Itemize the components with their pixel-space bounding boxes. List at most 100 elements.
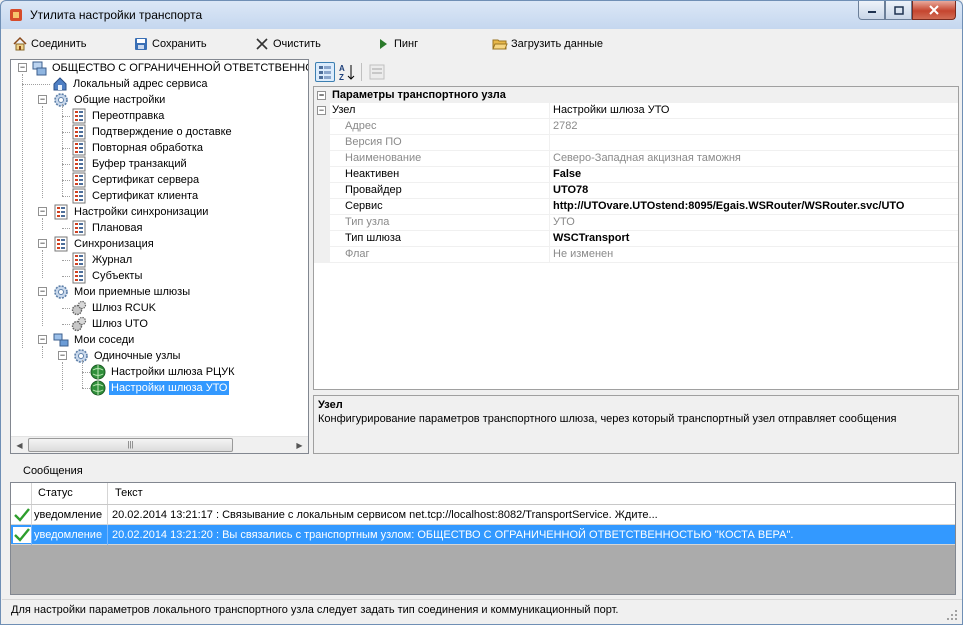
list-properties-icon	[54, 236, 68, 252]
window-title: Утилита настройки транспорта	[30, 8, 203, 22]
property-row[interactable]: Тип узла УТО	[314, 215, 958, 231]
tree-item-my-neighbors[interactable]: − Мои соседи	[35, 332, 136, 348]
scroll-left-arrow-icon[interactable]: ◀	[11, 437, 28, 454]
network-computer-icon	[32, 61, 47, 76]
minimize-button[interactable]	[858, 1, 885, 20]
list-properties-icon	[72, 220, 86, 236]
property-name: Тип узла	[345, 216, 390, 228]
property-row[interactable]: Наименование Северо-Западная акцизная та…	[314, 151, 958, 167]
tree-horizontal-scrollbar[interactable]: ◀ ||| ▶	[11, 436, 308, 453]
list-properties-icon	[72, 268, 86, 284]
tree-item-transaction-buffer[interactable]: Буфер транзакций	[71, 156, 189, 172]
categorized-view-button[interactable]	[315, 62, 335, 82]
checkmark-icon	[14, 508, 30, 522]
category-transport-node-params[interactable]: − Параметры транспортного узла	[314, 87, 958, 103]
list-properties-icon	[72, 124, 86, 140]
property-name: Версия ПО	[345, 136, 402, 148]
ping-button[interactable]: Пинг	[375, 36, 418, 52]
globe-icon	[90, 364, 106, 380]
property-value-node: Настройки шлюза УТО	[553, 104, 670, 116]
gears-icon	[71, 300, 87, 316]
collapse-toggle[interactable]: −	[38, 287, 47, 296]
tree-item-delivery-confirmation[interactable]: Подтверждение о доставке	[71, 124, 234, 140]
clear-button[interactable]: Очистить	[254, 36, 321, 52]
clear-x-icon	[256, 38, 268, 50]
scroll-thumb[interactable]: |||	[28, 438, 233, 452]
settings-tree[interactable]: − ОБЩЕСТВО С ОГРАНИЧЕННОЙ ОТВЕТСТВЕННО Л…	[10, 59, 309, 454]
collapse-toggle[interactable]: −	[58, 351, 67, 360]
collapse-toggle[interactable]: −	[38, 335, 47, 344]
message-row[interactable]: уведомление 20.02.2014 13:21:20 : Вы свя…	[11, 525, 955, 545]
category-collapse-toggle[interactable]: −	[317, 90, 326, 100]
app-icon	[10, 9, 22, 21]
gear-icon	[54, 93, 68, 107]
column-header-status[interactable]: Статус	[38, 487, 73, 499]
list-properties-icon	[72, 172, 86, 188]
minimize-icon	[867, 11, 876, 13]
connect-button[interactable]: Соединить	[12, 36, 87, 52]
tree-item-gateway-uto[interactable]: Шлюз UTO	[71, 316, 150, 332]
tree-item-sync[interactable]: − Синхронизация	[35, 236, 156, 252]
property-row[interactable]: Тип шлюза WSCTransport	[314, 231, 958, 247]
message-status: уведомление	[34, 509, 103, 521]
property-value: False	[553, 168, 582, 180]
tree-item-planned[interactable]: Плановая	[71, 220, 144, 236]
property-row-node[interactable]: − Узел Настройки шлюза УТО	[314, 103, 958, 119]
tree-item-retry[interactable]: Повторная обработка	[71, 140, 205, 156]
status-text: Для настройки параметров локального тран…	[11, 604, 619, 616]
tree-item-subjects[interactable]: Субъекты	[71, 268, 144, 284]
property-grid-toolbar: A Z	[313, 59, 959, 85]
collapse-toggle[interactable]: −	[38, 95, 47, 104]
property-row[interactable]: Флаг Не изменен	[314, 247, 958, 263]
globe-icon	[90, 380, 106, 396]
tree-item-my-gateways[interactable]: − Мои приемные шлюзы	[35, 284, 192, 300]
property-row[interactable]: Адрес 2782	[314, 119, 958, 135]
tree-item-root[interactable]: − ОБЩЕСТВО С ОГРАНИЧЕННОЙ ОТВЕТСТВЕННО	[15, 60, 308, 76]
tree-item-server-certificate[interactable]: Сертификат сервера	[71, 172, 201, 188]
message-text: 20.02.2014 13:21:20 : Вы связались с тра…	[112, 529, 794, 541]
list-properties-icon	[54, 204, 68, 220]
property-pages-button[interactable]	[367, 62, 387, 82]
column-header-text[interactable]: Текст	[115, 487, 143, 499]
tree-item-resend[interactable]: Переотправка	[71, 108, 166, 124]
svg-text:A: A	[339, 64, 345, 73]
status-bar: Для настройки параметров локального тран…	[2, 599, 962, 624]
save-button[interactable]: Сохранить	[133, 36, 207, 52]
list-properties-icon	[72, 156, 86, 172]
property-name: Адрес	[345, 120, 377, 132]
node-collapse-toggle[interactable]: −	[317, 106, 326, 115]
load-data-button[interactable]: Загрузить данные	[492, 36, 603, 52]
clear-label: Очистить	[273, 38, 321, 50]
tree-item-local-address[interactable]: Локальный адрес сервиса	[52, 76, 210, 92]
property-row[interactable]: Версия ПО	[314, 135, 958, 151]
resize-grip-icon[interactable]	[946, 609, 958, 621]
tree-item-client-certificate[interactable]: Сертификат клиента	[71, 188, 200, 204]
property-name-node: Узел	[332, 104, 356, 116]
window-controls	[858, 1, 956, 21]
alphabetical-sort-button[interactable]: A Z	[337, 62, 357, 82]
collapse-toggle[interactable]: −	[18, 63, 27, 72]
tree-item-single-nodes[interactable]: − Одиночные узлы	[55, 348, 182, 364]
property-row[interactable]: Неактивен False	[314, 167, 958, 183]
collapse-toggle[interactable]: −	[38, 207, 47, 216]
tree-item-journal[interactable]: Журнал	[71, 252, 134, 268]
maximize-button[interactable]	[885, 1, 912, 20]
property-grid-panel: A Z − Параметры транспортного узла − Узе…	[313, 59, 959, 454]
close-button[interactable]	[912, 1, 956, 20]
property-row[interactable]: Провайдер UTO78	[314, 183, 958, 199]
tree-item-general[interactable]: − Общие настройки	[35, 92, 167, 108]
checkmark-icon	[13, 527, 31, 543]
property-value: UTO78	[553, 184, 589, 196]
property-row[interactable]: Сервис http://UTOvare.UTOstend:8095/Egai…	[314, 199, 958, 215]
message-row[interactable]: уведомление 20.02.2014 13:21:17 : Связыв…	[11, 505, 955, 525]
messages-grid[interactable]: Статус Текст уведомление 20.02.2014 13:2…	[10, 482, 956, 595]
scroll-right-arrow-icon[interactable]: ▶	[291, 437, 308, 454]
tree-item-gateway-settings-uto[interactable]: Настройки шлюза УТО	[90, 380, 230, 396]
tree-item-gateway-rcuk[interactable]: Шлюз RCUK	[71, 300, 158, 316]
tree-item-sync-settings[interactable]: − Настройки синхронизации	[35, 204, 210, 220]
connect-label: Соединить	[31, 38, 87, 50]
ping-label: Пинг	[394, 38, 419, 50]
collapse-toggle[interactable]: −	[38, 239, 47, 248]
tree-item-gateway-settings-rcuk[interactable]: Настройки шлюза РЦУК	[90, 364, 237, 380]
property-grid[interactable]: − Параметры транспортного узла − Узел Нас…	[313, 86, 959, 390]
